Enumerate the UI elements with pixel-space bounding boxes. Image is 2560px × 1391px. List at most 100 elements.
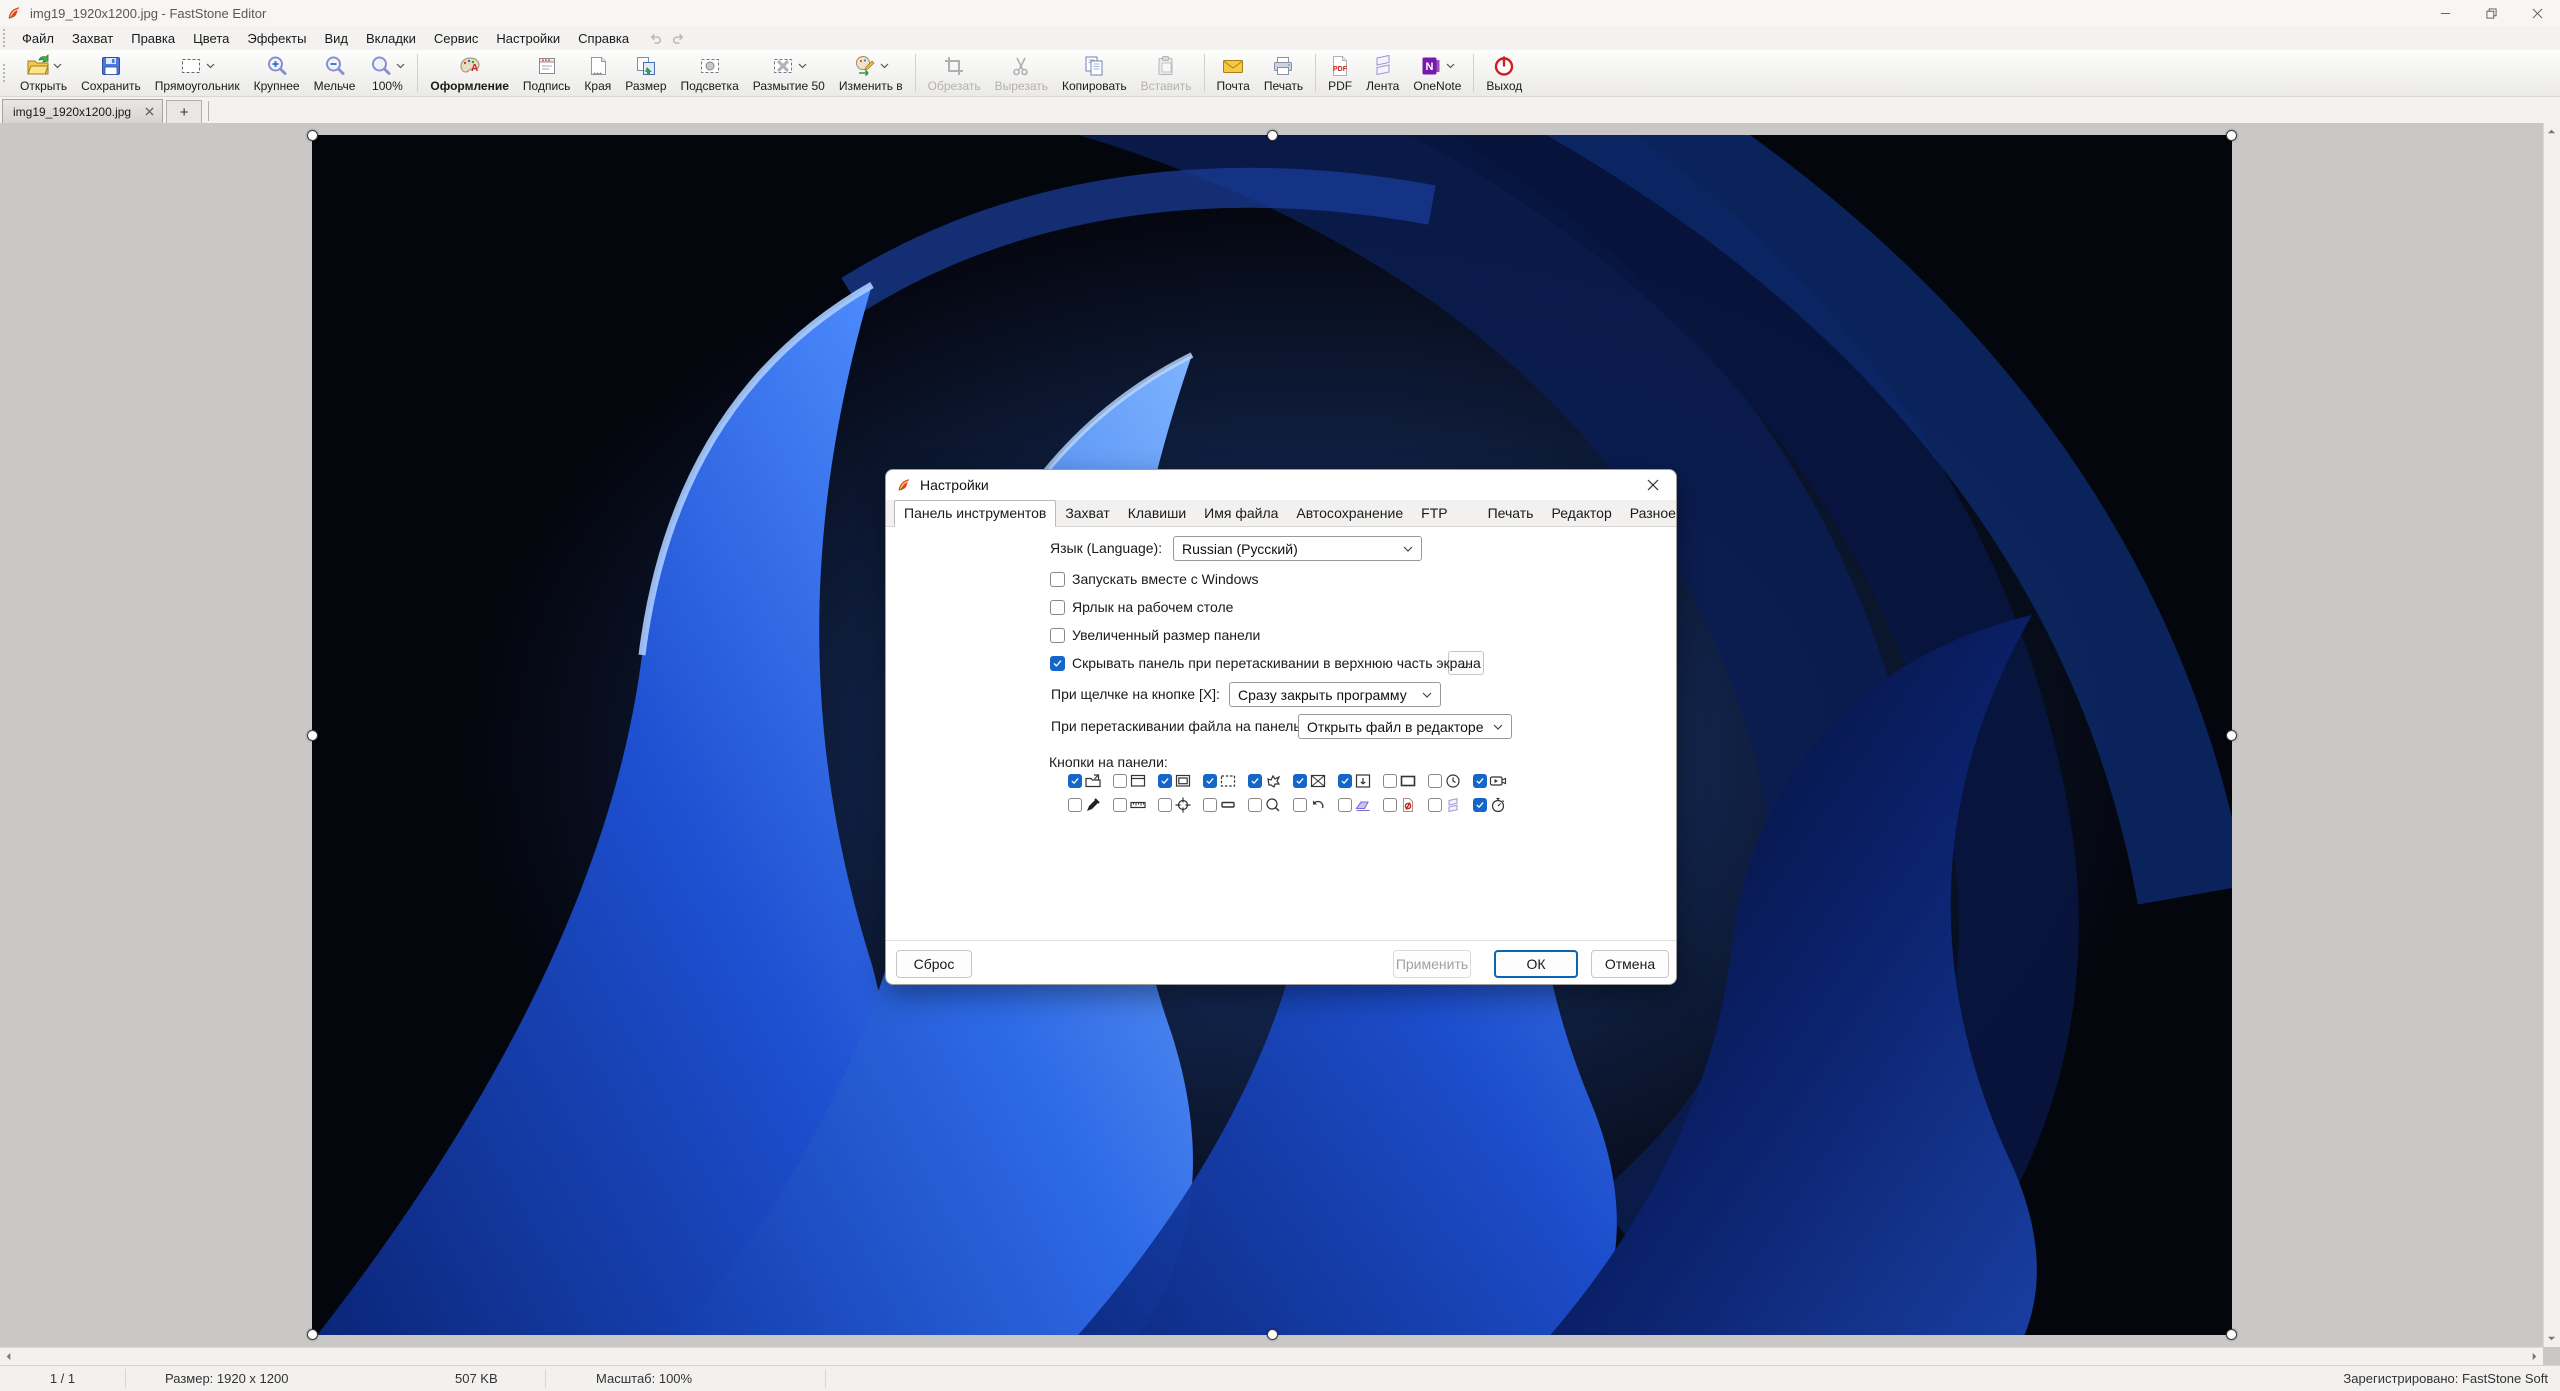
scroll-up-icon[interactable] bbox=[2543, 123, 2560, 140]
menu-tabs[interactable]: Вкладки bbox=[357, 28, 425, 49]
panel-button-option-fullscreen[interactable] bbox=[1293, 772, 1338, 790]
settings-tab-filename[interactable]: Имя файла bbox=[1195, 501, 1287, 526]
chevron-down-icon[interactable] bbox=[798, 63, 807, 69]
panel-button-option-scanner[interactable] bbox=[1338, 796, 1383, 814]
menu-view[interactable]: Вид bbox=[315, 28, 357, 49]
checkbox-delay-clock[interactable] bbox=[1428, 774, 1442, 788]
panel-button-option-screen-recorder[interactable] bbox=[1473, 772, 1518, 790]
settings-tab-capture[interactable]: Захват bbox=[1056, 501, 1118, 526]
menu-edit[interactable]: Правка bbox=[122, 28, 184, 49]
ok-button[interactable]: ОК bbox=[1494, 950, 1578, 978]
tab-close-icon[interactable] bbox=[131, 107, 154, 116]
menu-settings[interactable]: Настройки bbox=[487, 28, 569, 49]
drag-select[interactable]: Открыть файл в редакторе bbox=[1298, 714, 1512, 739]
menu-capture[interactable]: Захват bbox=[63, 28, 122, 49]
checkbox-loupe[interactable] bbox=[1248, 798, 1262, 812]
panel-button-option-fixed-region[interactable] bbox=[1383, 772, 1428, 790]
checkbox-fullscreen[interactable] bbox=[1293, 774, 1307, 788]
menu-help[interactable]: Справка bbox=[569, 28, 638, 49]
toolbar-button-save-floppy[interactable]: Сохранить bbox=[74, 52, 148, 94]
horizontal-scrollbar[interactable] bbox=[0, 1347, 2543, 1365]
resize-handle-e[interactable] bbox=[2226, 730, 2237, 741]
panel-button-option-rect-region[interactable] bbox=[1203, 772, 1248, 790]
menu-effects[interactable]: Эффекты bbox=[238, 28, 315, 49]
panel-button-option-stopwatch[interactable] bbox=[1473, 796, 1518, 814]
checkbox-row-large-panel[interactable]: Увеличенный размер панели bbox=[1050, 626, 1260, 644]
chevron-down-icon[interactable] bbox=[53, 63, 62, 69]
close-button[interactable] bbox=[2514, 0, 2560, 26]
settings-tab-misc[interactable]: Разное bbox=[1621, 501, 1677, 526]
toolbar-button-caption[interactable]: Подпись bbox=[516, 52, 578, 94]
toolbar-button-resize[interactable]: Размер bbox=[618, 52, 673, 94]
checkbox-row-desktop-shortcut[interactable]: Ярлык на рабочем столе bbox=[1050, 598, 1233, 616]
panel-button-option-loupe[interactable] bbox=[1248, 796, 1293, 814]
toolbar-button-edges[interactable]: Края bbox=[577, 52, 618, 94]
checkbox-fixed-region[interactable] bbox=[1383, 774, 1397, 788]
checkbox-scanner[interactable] bbox=[1338, 798, 1352, 812]
checkbox-screen-recorder[interactable] bbox=[1473, 774, 1487, 788]
checkbox-rect-region[interactable] bbox=[1203, 774, 1217, 788]
checkbox-crosshair[interactable] bbox=[1158, 798, 1172, 812]
toolbar-button-mail[interactable]: Почта bbox=[1210, 52, 1257, 94]
menu-tools[interactable]: Сервис bbox=[425, 28, 488, 49]
toolbar-button-paste[interactable]: Вставить bbox=[1134, 52, 1199, 94]
resize-handle-n[interactable] bbox=[1267, 130, 1278, 141]
settings-tab-hotkeys[interactable]: Клавиши bbox=[1119, 501, 1195, 526]
resize-handle-ne[interactable] bbox=[2226, 130, 2237, 141]
checkbox-freehand[interactable] bbox=[1248, 774, 1262, 788]
cancel-button[interactable]: Отмена bbox=[1591, 950, 1669, 978]
checkbox-color-picker[interactable] bbox=[1068, 798, 1082, 812]
toolbar-button-zoom-100[interactable]: 100% bbox=[362, 52, 412, 94]
resize-handle-w[interactable] bbox=[307, 730, 318, 741]
checkbox-large-panel[interactable] bbox=[1050, 628, 1065, 643]
chevron-down-icon[interactable] bbox=[206, 63, 215, 69]
panel-button-option-freehand[interactable] bbox=[1248, 772, 1293, 790]
panel-button-option-scroll-capture[interactable] bbox=[1338, 772, 1383, 790]
checkbox-ruler[interactable] bbox=[1113, 798, 1127, 812]
reset-button[interactable]: Сброс bbox=[896, 950, 972, 978]
panel-button-option-pdf-small[interactable] bbox=[1383, 796, 1428, 814]
settings-tab-toolbar[interactable]: Панель инструментов bbox=[894, 500, 1056, 527]
new-tab-button[interactable]: + bbox=[166, 100, 202, 123]
toolbar-button-onenote[interactable]: NOneNote bbox=[1406, 52, 1468, 94]
redo-icon[interactable] bbox=[671, 31, 686, 46]
checkbox-autostart[interactable] bbox=[1050, 572, 1065, 587]
toolbar-button-highlight[interactable]: Подсветка bbox=[674, 52, 746, 94]
minimize-button[interactable] bbox=[2422, 0, 2468, 26]
checkbox-ribbon-small[interactable] bbox=[1428, 798, 1442, 812]
toolbar-button-power[interactable]: Выход bbox=[1479, 52, 1529, 94]
language-select[interactable]: Russian (Русский) bbox=[1173, 536, 1422, 561]
toolbar-button-pdf[interactable]: PDFPDF bbox=[1321, 52, 1359, 94]
panel-button-option-folder-open[interactable] bbox=[1068, 772, 1113, 790]
toolbar-button-copy[interactable]: Копировать bbox=[1055, 52, 1134, 94]
panel-button-option-ruler[interactable] bbox=[1113, 796, 1158, 814]
panel-button-option-crosshair[interactable] bbox=[1158, 796, 1203, 814]
checkbox-undo-arrow[interactable] bbox=[1293, 798, 1307, 812]
checkbox-pdf-small[interactable] bbox=[1383, 798, 1397, 812]
resize-handle-nw[interactable] bbox=[307, 130, 318, 141]
toolbar-button-open-folder[interactable]: Открыть bbox=[13, 52, 74, 94]
toolbar-button-rect-select[interactable]: Прямоугольник bbox=[148, 52, 247, 94]
dialog-close-button[interactable] bbox=[1636, 472, 1670, 498]
scroll-left-icon[interactable] bbox=[0, 1348, 17, 1365]
resize-handle-s[interactable] bbox=[1267, 1329, 1278, 1340]
panel-button-option-window[interactable] bbox=[1113, 772, 1158, 790]
scroll-down-icon[interactable] bbox=[2543, 1330, 2560, 1347]
checkbox-hide-panel[interactable] bbox=[1050, 656, 1065, 671]
toolbar-button-zoom-in[interactable]: Крупнее bbox=[247, 52, 307, 94]
toolbar-button-draw-tools[interactable]: AОформление bbox=[423, 52, 516, 94]
panel-button-option-ribbon-small[interactable] bbox=[1428, 796, 1473, 814]
chevron-down-icon[interactable] bbox=[1446, 63, 1455, 69]
toolbar-button-cut[interactable]: Вырезать bbox=[988, 52, 1055, 94]
panel-button-option-color-picker[interactable] bbox=[1068, 796, 1113, 814]
chevron-down-icon[interactable] bbox=[396, 63, 405, 69]
scroll-right-icon[interactable] bbox=[2526, 1348, 2543, 1365]
checkbox-window[interactable] bbox=[1113, 774, 1127, 788]
toolbar-button-ribbon[interactable]: Лента bbox=[1359, 52, 1406, 94]
resize-handle-se[interactable] bbox=[2226, 1329, 2237, 1340]
resize-handle-sw[interactable] bbox=[307, 1329, 318, 1340]
panel-button-option-color-bar[interactable] bbox=[1203, 796, 1248, 814]
menu-colors[interactable]: Цвета bbox=[184, 28, 238, 49]
toolbar-button-zoom-out[interactable]: Мельче bbox=[307, 52, 363, 94]
toolbar-button-blur[interactable]: Размытие 50 bbox=[746, 52, 832, 94]
